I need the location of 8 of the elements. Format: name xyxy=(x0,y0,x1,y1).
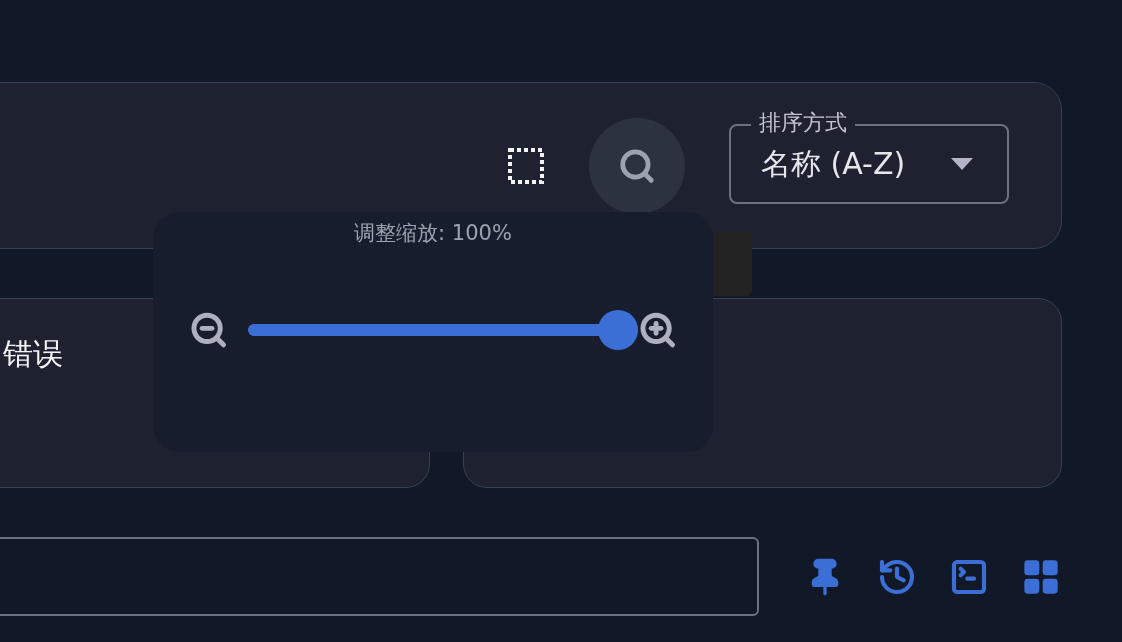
slider-thumb[interactable] xyxy=(597,309,638,350)
input-field[interactable] xyxy=(0,537,759,616)
select-area-icon[interactable] xyxy=(507,146,545,185)
card-title: 错误 xyxy=(3,336,63,371)
zoom-title: 调整缩放: 100% xyxy=(354,220,512,247)
caret-icon xyxy=(951,157,973,170)
sort-value: 名称 (A-Z) xyxy=(761,145,906,183)
search-icon xyxy=(618,146,656,185)
